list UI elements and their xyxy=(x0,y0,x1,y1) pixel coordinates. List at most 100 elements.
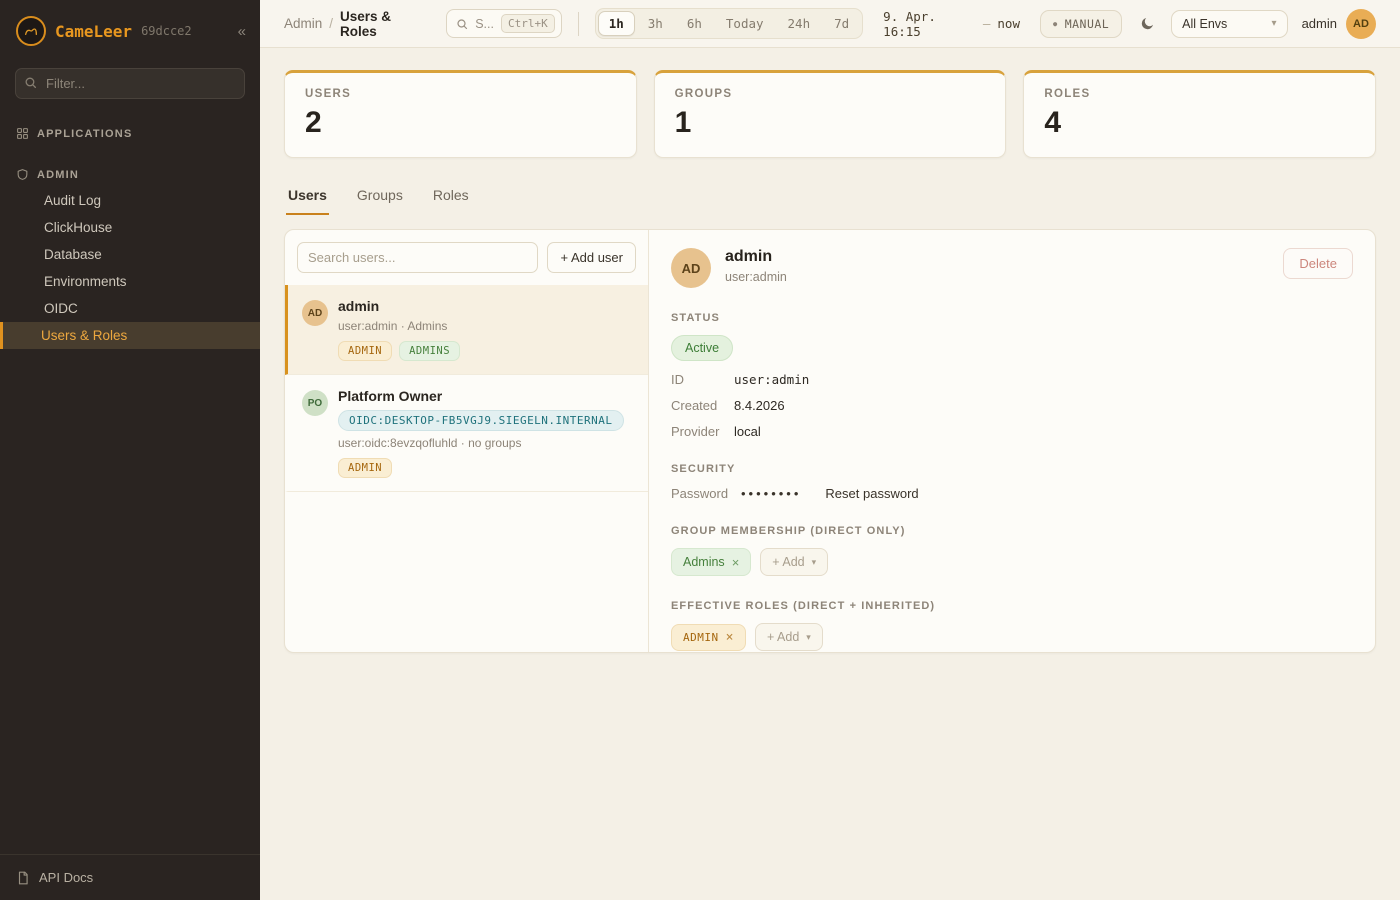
breadcrumb-admin[interactable]: Admin xyxy=(284,16,322,31)
role-chip-admin: ADMIN × xyxy=(671,624,746,651)
add-role-button[interactable]: + Add ▾ xyxy=(755,623,823,651)
api-docs-link[interactable]: API Docs xyxy=(0,854,260,900)
environment-select[interactable]: All Envs ▾ xyxy=(1171,10,1287,38)
sidebar-collapse-button[interactable]: « xyxy=(238,23,246,40)
oidc-provider-badge: OIDC:DESKTOP-FB5VGJ9.SIEGELN.INTERNAL xyxy=(338,410,624,431)
section-group-membership-header: GROUP MEMBERSHIP (DIRECT ONLY) xyxy=(671,525,1353,537)
global-search-placeholder: S... xyxy=(475,17,494,31)
avatar: AD xyxy=(302,300,328,326)
build-id: 69dcce2 xyxy=(141,24,192,38)
tab-bar: Users Groups Roles xyxy=(286,178,1374,215)
section-effective-roles-header: EFFECTIVE ROLES (DIRECT + INHERITED) xyxy=(671,600,1353,612)
user-list-pane: + Add user AD admin user:admin · Admins … xyxy=(285,230,649,652)
global-search[interactable]: S... Ctrl+K xyxy=(446,9,562,38)
field-id-value: user:admin xyxy=(734,372,809,387)
field-id-label: ID xyxy=(671,372,734,387)
user-detail-pane: AD admin user:admin Delete STATUS Active… xyxy=(649,230,1375,652)
topbar: Admin / Users & Roles S... Ctrl+K 1h 3h … xyxy=(260,0,1400,48)
user-item-name: Platform Owner xyxy=(338,388,624,404)
reset-password-link[interactable]: Reset password xyxy=(825,486,918,501)
section-status-header: STATUS xyxy=(671,312,1353,324)
sidebar-item-oidc[interactable]: OIDC xyxy=(0,295,260,322)
search-icon xyxy=(24,76,37,89)
add-user-button[interactable]: + Add user xyxy=(547,242,636,273)
password-label: Password xyxy=(671,486,741,501)
remove-role-icon[interactable]: × xyxy=(726,631,734,644)
sidebar-filter-input[interactable] xyxy=(15,68,245,99)
time-range-6h[interactable]: 6h xyxy=(676,11,713,36)
logo-row: CameLeer 69dcce2 « xyxy=(0,0,260,60)
effective-roles-chips: ADMIN × + Add ▾ xyxy=(671,623,1353,651)
role-chip-label: ADMIN xyxy=(683,631,719,644)
chevron-down-icon: ▾ xyxy=(1272,18,1277,29)
avatar: PO xyxy=(302,390,328,416)
stat-card-users[interactable]: USERS 2 xyxy=(284,70,637,158)
tab-users[interactable]: Users xyxy=(286,178,329,215)
users-panel: + Add user AD admin user:admin · Admins … xyxy=(284,229,1376,653)
stat-card-roles[interactable]: ROLES 4 xyxy=(1023,70,1376,158)
refresh-mode-label: MANUAL xyxy=(1065,17,1110,31)
sidebar-item-environments[interactable]: Environments xyxy=(0,268,260,295)
remove-group-icon[interactable]: × xyxy=(732,556,740,569)
user-item-meta: user:oidc:8evzqofluhld · no groups xyxy=(338,436,624,450)
add-group-button[interactable]: + Add ▾ xyxy=(760,548,828,576)
environment-select-value: All Envs xyxy=(1182,17,1227,31)
tab-groups[interactable]: Groups xyxy=(355,178,405,215)
time-range-today[interactable]: Today xyxy=(715,11,775,36)
time-from: 9. Apr. 16:15 xyxy=(883,9,976,39)
stat-groups-value: 1 xyxy=(675,106,986,140)
group-chip-label: Admins xyxy=(683,555,725,569)
sidebar-item-database[interactable]: Database xyxy=(0,241,260,268)
time-range-group: 1h 3h 6h Today 24h 7d xyxy=(595,8,863,39)
app-logo-icon xyxy=(16,16,46,46)
stat-users-label: USERS xyxy=(305,88,616,100)
user-detail-subtitle: user:admin xyxy=(725,270,787,284)
time-range-24h[interactable]: 24h xyxy=(777,11,822,36)
current-user: admin AD xyxy=(1302,9,1376,39)
time-range-1h[interactable]: 1h xyxy=(598,11,635,36)
tab-roles[interactable]: Roles xyxy=(431,178,471,215)
avatar: AD xyxy=(671,248,711,288)
current-user-name: admin xyxy=(1302,16,1337,31)
group-badge-admins: ADMINS xyxy=(399,341,460,361)
user-detail-name: admin xyxy=(725,248,787,266)
search-shortcut-kbd: Ctrl+K xyxy=(501,14,555,33)
app-name: CameLeer xyxy=(55,22,132,41)
field-provider: Provider local xyxy=(671,424,1353,439)
stat-roles-label: ROLES xyxy=(1044,88,1355,100)
field-provider-label: Provider xyxy=(671,424,734,439)
chevron-down-icon: ▾ xyxy=(812,557,817,568)
user-item-badges: ADMIN xyxy=(338,458,624,478)
group-chip-admins: Admins × xyxy=(671,548,751,576)
time-range-display[interactable]: 9. Apr. 16:15 — now xyxy=(883,9,1020,39)
moon-icon xyxy=(1139,16,1155,32)
document-icon xyxy=(16,871,30,885)
breadcrumb: Admin / Users & Roles xyxy=(284,9,426,39)
stat-card-groups[interactable]: GROUPS 1 xyxy=(654,70,1007,158)
dark-mode-toggle[interactable] xyxy=(1132,9,1161,39)
time-range-3h[interactable]: 3h xyxy=(637,11,674,36)
user-avatar[interactable]: AD xyxy=(1346,9,1376,39)
user-detail-title: admin user:admin xyxy=(725,248,787,284)
search-users-input[interactable] xyxy=(297,242,538,273)
app-root: CameLeer 69dcce2 « APPLICATIONS ADMIN Au… xyxy=(0,0,1400,900)
section-admin-label: ADMIN xyxy=(37,169,79,181)
sidebar-item-audit-log[interactable]: Audit Log xyxy=(0,187,260,214)
stat-users-value: 2 xyxy=(305,106,616,140)
section-applications-header[interactable]: APPLICATIONS xyxy=(0,121,260,146)
breadcrumb-current: Users & Roles xyxy=(340,9,426,39)
sidebar-item-users-roles[interactable]: Users & Roles xyxy=(0,322,260,349)
user-list-item-admin[interactable]: AD admin user:admin · Admins ADMIN ADMIN… xyxy=(285,285,648,375)
status-badge: Active xyxy=(671,335,733,361)
user-item-badges: ADMIN ADMINS xyxy=(338,341,460,361)
sidebar-item-clickhouse[interactable]: ClickHouse xyxy=(0,214,260,241)
field-created-label: Created xyxy=(671,398,734,413)
refresh-mode-button[interactable]: ● MANUAL xyxy=(1040,10,1122,38)
chevron-down-icon: ▾ xyxy=(806,632,811,643)
user-list-item-platform-owner[interactable]: PO Platform Owner OIDC:DESKTOP-FB5VGJ9.S… xyxy=(285,375,648,492)
field-provider-value: local xyxy=(734,424,761,439)
delete-user-button[interactable]: Delete xyxy=(1283,248,1353,279)
sidebar: CameLeer 69dcce2 « APPLICATIONS ADMIN Au… xyxy=(0,0,260,900)
time-range-7d[interactable]: 7d xyxy=(823,11,860,36)
section-admin-header[interactable]: ADMIN xyxy=(0,162,260,187)
